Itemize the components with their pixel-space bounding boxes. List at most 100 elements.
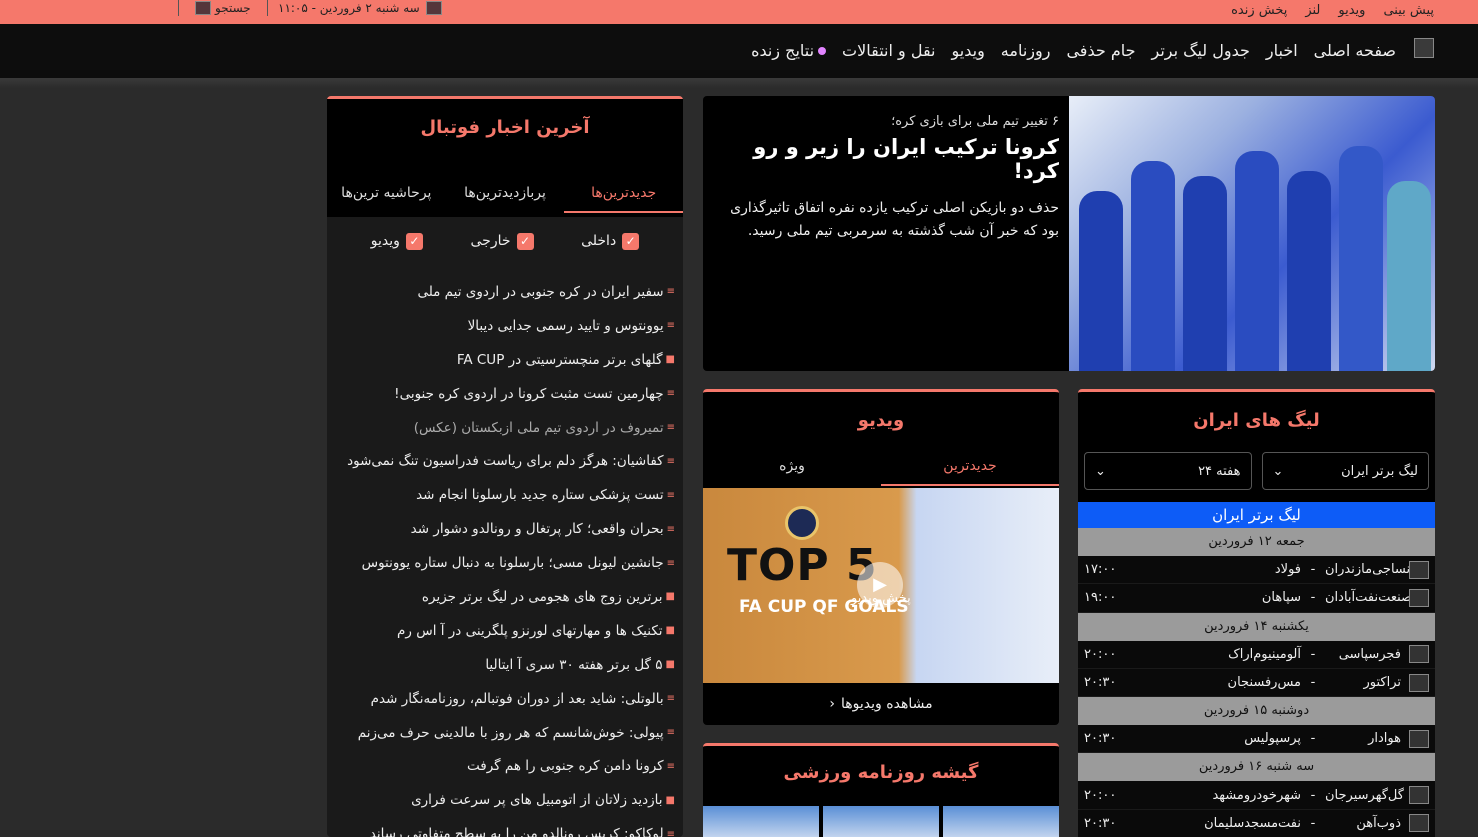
match-time: ۱۹:۰۰ bbox=[1084, 590, 1117, 606]
league-panel-title: لیگ های ایران bbox=[1193, 410, 1320, 431]
video-tabs: جدیدترین ویژه bbox=[703, 448, 1059, 486]
nav-item-video[interactable]: ویدیو bbox=[952, 41, 985, 60]
news-item[interactable]: ≡ تست پزشکی ستاره جدید بارسلونا انجام شد bbox=[327, 478, 675, 512]
fixture-row[interactable]: صنعت‌نفت‌آبادان - سپاهان ۱۹:۰۰ bbox=[1078, 584, 1435, 613]
nav-item-newspaper[interactable]: روزنامه bbox=[1001, 41, 1051, 60]
fixture-day: دوشنبه ۱۵ فروردین bbox=[1078, 697, 1435, 726]
news-item[interactable]: ≡ بالوتلی: شاید بعد از دوران فوتبالم، روز… bbox=[327, 682, 675, 716]
video-icon: ■ bbox=[665, 794, 675, 806]
news-item[interactable]: ≡ سفیر ایران در کره جنوبی در اردوی تیم مل… bbox=[327, 275, 675, 309]
news-item[interactable]: ■ بازدید زلاتان از اتومبیل های پر سرعت فر… bbox=[327, 783, 675, 817]
hero-article[interactable]: ۶ تغییر تیم ملی برای بازی کره؛ کرونا ترک… bbox=[703, 96, 1435, 371]
versus-separator: - bbox=[1310, 675, 1316, 691]
live-dot-icon bbox=[818, 47, 827, 55]
news-item-title: کرونا دامن کره جنوبی را هم گرفت bbox=[467, 758, 664, 775]
away-team: شهرخودرومشهد bbox=[1212, 787, 1301, 803]
nav-item-news[interactable]: اخبار bbox=[1266, 41, 1298, 60]
fixture-day: یکشنبه ۱۴ فروردین bbox=[1078, 612, 1435, 641]
news-item-title: یوونتوس و تایید رسمی جدایی دیبالا bbox=[467, 317, 664, 334]
top-link-predict[interactable]: پیش بینی bbox=[1383, 3, 1434, 18]
nav-item-league-table[interactable]: جدول لیگ برتر bbox=[1151, 41, 1249, 60]
filter-foreign[interactable]: ✓ خارجی bbox=[471, 232, 534, 250]
tab-video-special[interactable]: ویژه bbox=[703, 448, 881, 486]
nav-item-live-results[interactable]: نتایج زنده bbox=[751, 40, 827, 60]
league-selects: لیگ برتر ایران ⌄ هفته ۲۴ ⌄ bbox=[1084, 452, 1429, 490]
news-item-title: تمیروف در اردوی تیم ملی ازبکستان (عکس) bbox=[413, 419, 664, 436]
nav-item-live-label: نتایج زنده bbox=[751, 40, 815, 60]
week-select-value: هفته ۲۴ bbox=[1198, 463, 1241, 479]
home-team: هوادار bbox=[1368, 731, 1401, 747]
fixture-row[interactable]: ذوب‌آهن - نفت‌مسجدسلیمان ۲۰:۳۰ bbox=[1078, 809, 1435, 837]
view-videos-link[interactable]: مشاهده ویدیوها ‹ bbox=[703, 683, 1059, 725]
search-icon bbox=[195, 1, 211, 15]
news-item[interactable]: ≡ لوکاکو: کریس رونالدو من را به سطح متفاو… bbox=[327, 817, 675, 837]
tab-most-viewed[interactable]: پربازدیدترین‌ها bbox=[446, 175, 565, 213]
news-item[interactable]: ≡ یوونتوس و تایید رسمی جدایی دیبالا bbox=[327, 309, 675, 343]
news-item-title: لوکاکو: کریس رونالدو من را به سطح متفاوت… bbox=[369, 826, 664, 837]
player-figure bbox=[1131, 161, 1175, 371]
nav-item-home[interactable]: صفحه اصلی bbox=[1314, 41, 1396, 60]
news-item[interactable]: ■ تکنیک ها و مهارتهای لورنزو پلگرینی در آ… bbox=[327, 614, 675, 648]
site-logo[interactable] bbox=[1414, 38, 1434, 58]
tab-most-controversial[interactable]: پرحاشیه ترین‌ها bbox=[327, 175, 446, 213]
fixture-day: جمعه ۱۲ فروردین bbox=[1078, 528, 1435, 556]
hero-title[interactable]: کرونا ترکیب ایران را زیر و رو کرد! bbox=[711, 135, 1059, 183]
calendar-icon bbox=[425, 1, 442, 15]
chevron-down-icon: ⌄ bbox=[1095, 463, 1106, 479]
news-item[interactable]: ≡ کفاشیان: هرگز دلم برای ریاست فدراسیون ت… bbox=[327, 444, 675, 478]
filter-domestic[interactable]: ✓ داخلی bbox=[581, 232, 640, 250]
tab-video-newest[interactable]: جدیدترین bbox=[881, 448, 1059, 486]
article-icon: ≡ bbox=[666, 388, 675, 400]
fixture-row[interactable]: گل‌گهرسیرجان - شهرخودرومشهد ۲۰:۰۰ bbox=[1078, 781, 1435, 810]
newspaper-thumbnail[interactable] bbox=[943, 806, 1059, 837]
league-select[interactable]: لیگ برتر ایران ⌄ bbox=[1261, 452, 1429, 490]
team-logo-icon bbox=[1409, 588, 1429, 607]
news-item[interactable]: ≡ جانشین لیونل مسی؛ بارسلونا به دنبال ستا… bbox=[327, 546, 675, 580]
nav-item-cup[interactable]: جام حذفی bbox=[1066, 41, 1135, 60]
team-logo-icon bbox=[1409, 786, 1429, 805]
news-item-title: جانشین لیونل مسی؛ بارسلونا به دنبال ستار… bbox=[361, 555, 664, 572]
nav-item-transfers[interactable]: نقل و انتقالات bbox=[842, 41, 935, 60]
video-thumbnail[interactable]: TOP 5 FA CUP QF GOALS ▶ پخش ویدیو bbox=[703, 488, 1059, 683]
team-logo-icon bbox=[1409, 814, 1429, 833]
fixture-row[interactable]: فجرسپاسی - آلومینیوم‌اراک ۲۰:۰۰ bbox=[1078, 640, 1435, 669]
fixture-row[interactable]: تراکتور - مس‌رفسنجان ۲۰:۳۰ bbox=[1078, 668, 1435, 698]
player-figure bbox=[1235, 151, 1279, 371]
away-team: مس‌رفسنجان bbox=[1227, 675, 1301, 691]
search-link[interactable]: جستجو bbox=[178, 0, 268, 16]
news-item[interactable]: ≡ پیولی: خوش‌شانسم که هر روز با مالدینی ح… bbox=[327, 716, 675, 750]
filter-video[interactable]: ✓ ویدیو bbox=[371, 232, 423, 250]
latest-news-panel: آخرین اخبار فوتبال جدیدترین‌ها پربازدیدت… bbox=[327, 96, 683, 837]
date-display: سه شنبه ۲ فروردین - ۱۱:۰۵ bbox=[278, 0, 442, 16]
search-label: جستجو bbox=[215, 1, 251, 15]
article-icon: ≡ bbox=[666, 760, 675, 772]
top-link-live[interactable]: پخش زنده bbox=[1231, 3, 1287, 18]
fixture-row[interactable]: نساجی‌مازندران - فولاد ۱۷:۰۰ bbox=[1078, 556, 1435, 585]
news-item[interactable]: ≡ چهارمین تست مثبت کرونا در اردوی کره جنو… bbox=[327, 377, 675, 411]
news-item[interactable]: ≡ تمیروف در اردوی تیم ملی ازبکستان (عکس) bbox=[327, 411, 675, 445]
chevron-left-icon: ‹ bbox=[829, 696, 836, 712]
filter-label: داخلی bbox=[581, 233, 617, 249]
checkbox-checked-icon: ✓ bbox=[622, 232, 640, 250]
news-item[interactable]: ■ گلهای برتر منچسترسیتی در FA CUP bbox=[327, 343, 675, 377]
news-panel-title: آخرین اخبار فوتبال bbox=[420, 117, 590, 138]
news-item-title: سفیر ایران در کره جنوبی در اردوی تیم ملی bbox=[417, 283, 664, 300]
news-item[interactable]: ≡ کرونا دامن کره جنوبی را هم گرفت bbox=[327, 749, 675, 783]
video-icon: ■ bbox=[665, 354, 675, 366]
top-link-video[interactable]: ویدیو bbox=[1338, 3, 1365, 18]
fixture-row[interactable]: هوادار - پرسپولیس ۲۰:۳۰ bbox=[1078, 725, 1435, 754]
news-item[interactable]: ■ ۵ گل برتر هفته ۳۰ سری آ ایتالیا bbox=[327, 648, 675, 682]
nav-menu: صفحه اصلی اخبار جدول لیگ برتر جام حذفی ر… bbox=[751, 24, 1396, 76]
hero-image[interactable] bbox=[1069, 96, 1435, 371]
news-item[interactable]: ■ برترین زوج های هجومی در لیگ برتر جزیره bbox=[327, 580, 675, 614]
newspaper-thumbnail[interactable] bbox=[703, 806, 819, 837]
news-item[interactable]: ≡ بحران واقعی؛ کار پرتغال و رونالدو دشوار… bbox=[327, 512, 675, 546]
week-select[interactable]: هفته ۲۴ ⌄ bbox=[1084, 452, 1252, 490]
view-videos-label: مشاهده ویدیوها bbox=[841, 696, 933, 712]
fixtures-list: جمعه ۱۲ فروردین نساجی‌مازندران - فولاد ۱۷:۰۰… bbox=[1078, 528, 1435, 837]
newspaper-thumbnail[interactable] bbox=[823, 806, 939, 837]
tab-newest[interactable]: جدیدترین‌ها bbox=[564, 175, 683, 213]
news-item-title: ۵ گل برتر هفته ۳۰ سری آ ایتالیا bbox=[485, 656, 663, 673]
match-time: ۲۰:۰۰ bbox=[1084, 787, 1117, 803]
top-link-lens[interactable]: لنز bbox=[1305, 3, 1320, 18]
